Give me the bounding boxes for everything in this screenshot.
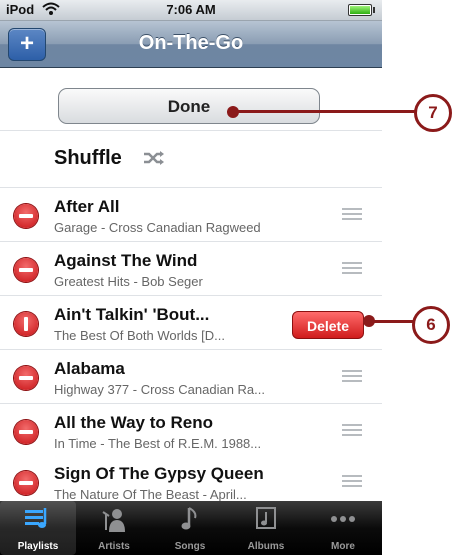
list-item[interactable]: All the Way to Reno In Time - The Best o… — [0, 404, 382, 458]
delete-button[interactable]: Delete — [292, 311, 364, 339]
list-item[interactable]: Against The Wind Greatest Hits - Bob Seg… — [0, 242, 382, 296]
shuffle-row[interactable]: Shuffle — [0, 131, 382, 188]
shuffle-label: Shuffle — [54, 147, 122, 169]
list-item[interactable]: Alabama Highway 377 - Cross Canadian Ra.… — [0, 350, 382, 404]
delete-toggle-icon[interactable] — [14, 420, 38, 444]
tab-label: Artists — [98, 541, 130, 552]
delete-toggle-icon[interactable] — [14, 366, 38, 390]
list-item[interactable]: Ain't Talkin' 'Bout... The Best Of Both … — [0, 296, 382, 350]
done-button[interactable]: Done — [58, 88, 320, 124]
delete-toggle-icon[interactable] — [14, 312, 38, 336]
track-subtitle: In Time - The Best of R.E.M. 1988... — [54, 436, 262, 451]
delete-toggle-icon[interactable] — [14, 471, 38, 495]
more-icon — [304, 506, 382, 539]
status-bar: iPod 7:06 AM — [0, 0, 382, 21]
battery-icon — [348, 4, 375, 16]
shuffle-icon — [143, 150, 165, 171]
track-title: All the Way to Reno — [54, 413, 213, 432]
reorder-handle-icon[interactable] — [342, 424, 362, 438]
iphone-screen: iPod 7:06 AM + On-The-Go Done Shuffle Af… — [0, 0, 382, 555]
track-subtitle: Greatest Hits - Bob Seger — [54, 274, 203, 289]
delete-toggle-icon[interactable] — [14, 204, 38, 228]
playlists-icon — [0, 506, 76, 539]
albums-icon — [228, 506, 304, 539]
tab-albums[interactable]: Albums — [228, 501, 304, 555]
track-title: After All — [54, 197, 120, 216]
callout-line — [233, 110, 416, 113]
callout-6: 6 — [412, 306, 450, 344]
tab-bar: Playlists Artists Songs Albums More — [0, 501, 382, 555]
tab-label: Albums — [247, 541, 285, 552]
delete-toggle-icon[interactable] — [14, 258, 38, 282]
track-title: Alabama — [54, 359, 125, 378]
track-subtitle: The Best Of Both Worlds [D... — [54, 328, 225, 343]
callout-7: 7 — [414, 94, 452, 132]
tab-songs[interactable]: Songs — [152, 501, 228, 555]
nav-bar: + On-The-Go — [0, 21, 382, 68]
tab-artists[interactable]: Artists — [76, 501, 152, 555]
reorder-handle-icon[interactable] — [342, 475, 362, 489]
tab-playlists[interactable]: Playlists — [0, 501, 76, 555]
tab-label: Songs — [174, 541, 206, 552]
track-title: Against The Wind — [54, 251, 198, 270]
list-item[interactable]: After All Garage - Cross Canadian Ragwee… — [0, 188, 382, 242]
tab-label: Playlists — [17, 541, 59, 552]
list-item[interactable]: Sign Of The Gypsy Queen The Nature Of Th… — [0, 455, 382, 502]
status-time: 7:06 AM — [166, 2, 216, 17]
track-subtitle: Highway 377 - Cross Canadian Ra... — [54, 382, 265, 397]
done-row: Done — [0, 68, 382, 131]
reorder-handle-icon[interactable] — [342, 370, 362, 384]
songs-icon — [152, 506, 228, 539]
track-title: Ain't Talkin' 'Bout... — [54, 305, 210, 324]
tab-more[interactable]: More — [304, 501, 382, 555]
page-title: On-The-Go — [138, 32, 244, 54]
artists-icon — [76, 506, 152, 539]
track-title: Sign Of The Gypsy Queen — [54, 464, 264, 483]
track-subtitle: Garage - Cross Canadian Ragweed — [54, 220, 261, 235]
reorder-handle-icon[interactable] — [342, 262, 362, 276]
reorder-handle-icon[interactable] — [342, 208, 362, 222]
tab-label: More — [331, 541, 355, 552]
track-subtitle: The Nature Of The Beast - April... — [54, 487, 247, 502]
callout-line — [369, 320, 414, 323]
